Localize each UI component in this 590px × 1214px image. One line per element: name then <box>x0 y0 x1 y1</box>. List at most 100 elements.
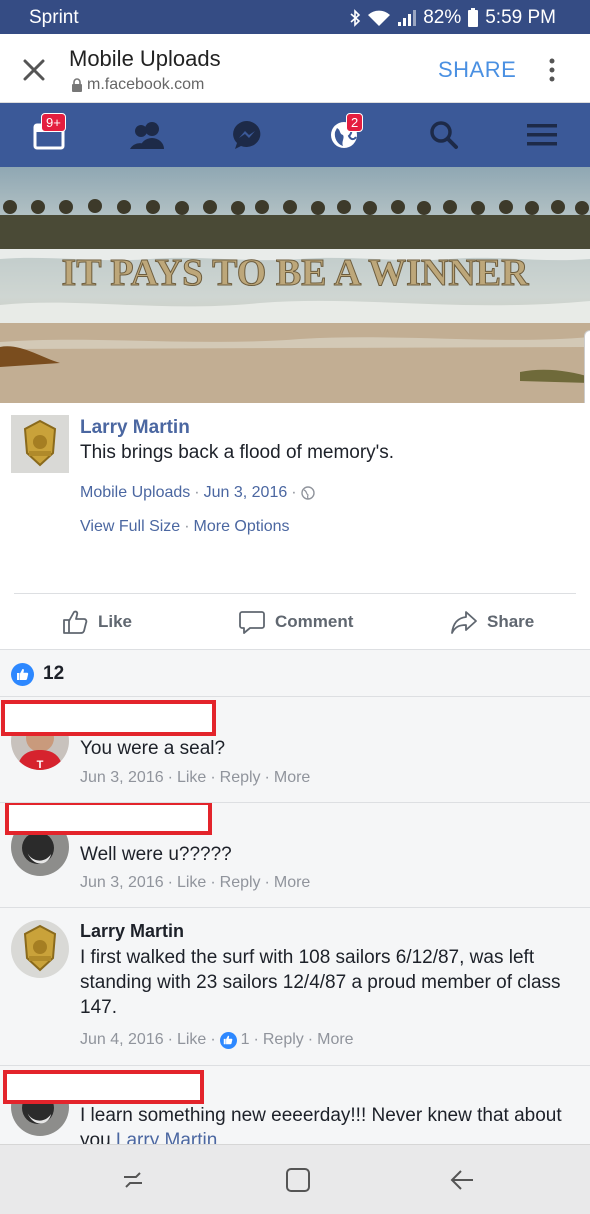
page-url: m.facebook.com <box>71 76 204 94</box>
wifi-icon <box>367 9 391 27</box>
photo-caption: IT PAYS TO BE A WINNER <box>61 252 529 294</box>
nav-messenger[interactable] <box>227 117 267 153</box>
post-author-name[interactable]: Larry Martin <box>80 417 190 439</box>
post-meta: Mobile Uploads · Jun 3, 2016 · <box>80 484 315 502</box>
status-right: 82% 5:59 PM <box>349 7 556 29</box>
battery-icon <box>467 8 479 28</box>
status-bar: Sprint 82% 5:59 PM <box>0 0 590 34</box>
comment-more-link[interactable]: More <box>274 769 310 787</box>
comment-more-link[interactable]: More <box>274 874 310 892</box>
comment-reply-link[interactable]: Reply <box>263 1031 304 1049</box>
nav-friends[interactable] <box>127 117 167 153</box>
comment-label: Comment <box>275 612 354 631</box>
comment-item: I learn something new eeeerday!!! Never … <box>0 1066 590 1144</box>
comment-reply-link[interactable]: Reply <box>220 769 261 787</box>
meta-separator: · <box>167 874 173 891</box>
comment-more-link[interactable]: More <box>317 1031 353 1049</box>
close-button[interactable] <box>18 54 50 86</box>
hamburger-icon <box>527 124 557 146</box>
search-icon <box>430 121 458 149</box>
comment-text: You were a seal? <box>80 738 226 759</box>
mention-link[interactable]: Larry Martin <box>116 1130 217 1144</box>
meta-separator: · <box>210 769 216 786</box>
comment-text: I learn something new eeeerday!!! Never … <box>80 1103 580 1144</box>
post-text: This brings back a flood of memory's. <box>80 442 395 463</box>
meta-separator: · <box>167 1031 173 1048</box>
meta-separator: · <box>210 874 216 891</box>
carrier-label: Sprint <box>29 7 79 28</box>
comment-like-link[interactable]: Like <box>177 1031 206 1049</box>
post-divider <box>14 593 576 594</box>
redacted-author-name <box>5 803 212 835</box>
comment-item: Well were u????? Jun 3, 2016 · Like · Re… <box>0 803 590 908</box>
custom-tab-header: Mobile Uploads m.facebook.com SHARE <box>0 34 590 103</box>
comment-button[interactable]: Comment <box>239 607 353 637</box>
comment-author-name[interactable]: Larry Martin <box>80 921 184 942</box>
comment-date[interactable]: Jun 4, 2016 <box>80 1031 164 1049</box>
more-options-link[interactable]: More Options <box>194 518 290 536</box>
like-label: Like <box>98 612 133 631</box>
comment-like-reaction-icon <box>219 1031 237 1049</box>
overflow-menu-button[interactable] <box>540 56 564 84</box>
comment-text: Well were u????? <box>80 844 232 865</box>
back-arrow-icon <box>450 1170 473 1190</box>
comment-meta: Jun 3, 2016 · Like · Reply · More <box>80 769 310 787</box>
nav-notifications[interactable]: 2 <box>324 113 364 153</box>
nav-menu[interactable] <box>522 117 562 153</box>
view-full-size-link[interactable]: View Full Size <box>80 518 180 536</box>
thumbs-up-icon <box>63 610 88 634</box>
comment-reply-link[interactable]: Reply <box>220 874 261 892</box>
badge-avatar-image <box>11 415 69 473</box>
battery-percent: 82% <box>423 7 462 28</box>
share-button[interactable]: SHARE <box>438 57 516 83</box>
comment-like-count[interactable]: 1 <box>241 1031 250 1049</box>
comment-like-link[interactable]: Like <box>177 874 206 892</box>
page-title: Mobile Uploads <box>69 46 221 71</box>
share-arrow-icon <box>451 611 477 634</box>
comment-item: T You were a seal? Jun 3, 2016 · Like · … <box>0 697 590 803</box>
notifications-badge: 2 <box>346 113 364 132</box>
clock: 5:59 PM <box>485 7 556 28</box>
people-icon <box>130 122 164 149</box>
friend-requests-badge: 9+ <box>41 113 66 132</box>
comment-text: I first walked the surf with 108 sailors… <box>80 947 561 1018</box>
nav-search[interactable] <box>424 117 464 153</box>
album-link[interactable]: Mobile Uploads <box>80 484 190 502</box>
post-photo[interactable]: IT PAYS TO BE A WINNER <box>0 167 590 403</box>
like-button[interactable]: Like <box>62 607 132 637</box>
share-label: Share <box>487 612 535 631</box>
android-navigation-bar <box>0 1144 590 1214</box>
svg-text:T: T <box>37 759 44 770</box>
comment-like-link[interactable]: Like <box>177 769 206 787</box>
url-text: m.facebook.com <box>87 76 205 93</box>
post-links: View Full Size · More Options <box>80 518 290 536</box>
likes-summary[interactable]: 12 <box>0 649 590 697</box>
nav-friend-requests[interactable]: 9+ <box>29 113 69 153</box>
recent-apps-button[interactable] <box>118 1165 148 1195</box>
author-avatar[interactable] <box>11 415 69 473</box>
meta-separator: · <box>167 769 173 786</box>
redacted-author-name <box>3 1070 204 1104</box>
kebab-icon <box>549 58 555 82</box>
badge-avatar-image <box>11 920 69 978</box>
comment-date[interactable]: Jun 3, 2016 <box>80 874 164 892</box>
public-globe-icon <box>300 486 315 500</box>
bluetooth-icon <box>349 9 361 27</box>
home-button[interactable] <box>283 1165 313 1195</box>
messenger-icon <box>233 121 261 149</box>
post-date[interactable]: Jun 3, 2016 <box>204 484 288 502</box>
meta-separator: · <box>264 769 270 786</box>
comment-icon <box>239 611 265 634</box>
comment-date[interactable]: Jun 3, 2016 <box>80 769 164 787</box>
back-button[interactable] <box>447 1165 477 1195</box>
commenter-avatar[interactable] <box>11 920 69 978</box>
redacted-author-name <box>1 700 216 736</box>
link-separator: · <box>184 518 190 535</box>
lock-icon <box>72 78 82 92</box>
meta-separator: · <box>307 1031 314 1048</box>
comment-meta: Jun 3, 2016 · Like · Reply · More <box>80 874 310 892</box>
signal-icon <box>397 9 417 27</box>
meta-separator: · <box>194 484 200 501</box>
share-post-button[interactable]: Share <box>451 607 534 637</box>
meta-separator: · <box>210 1031 216 1048</box>
